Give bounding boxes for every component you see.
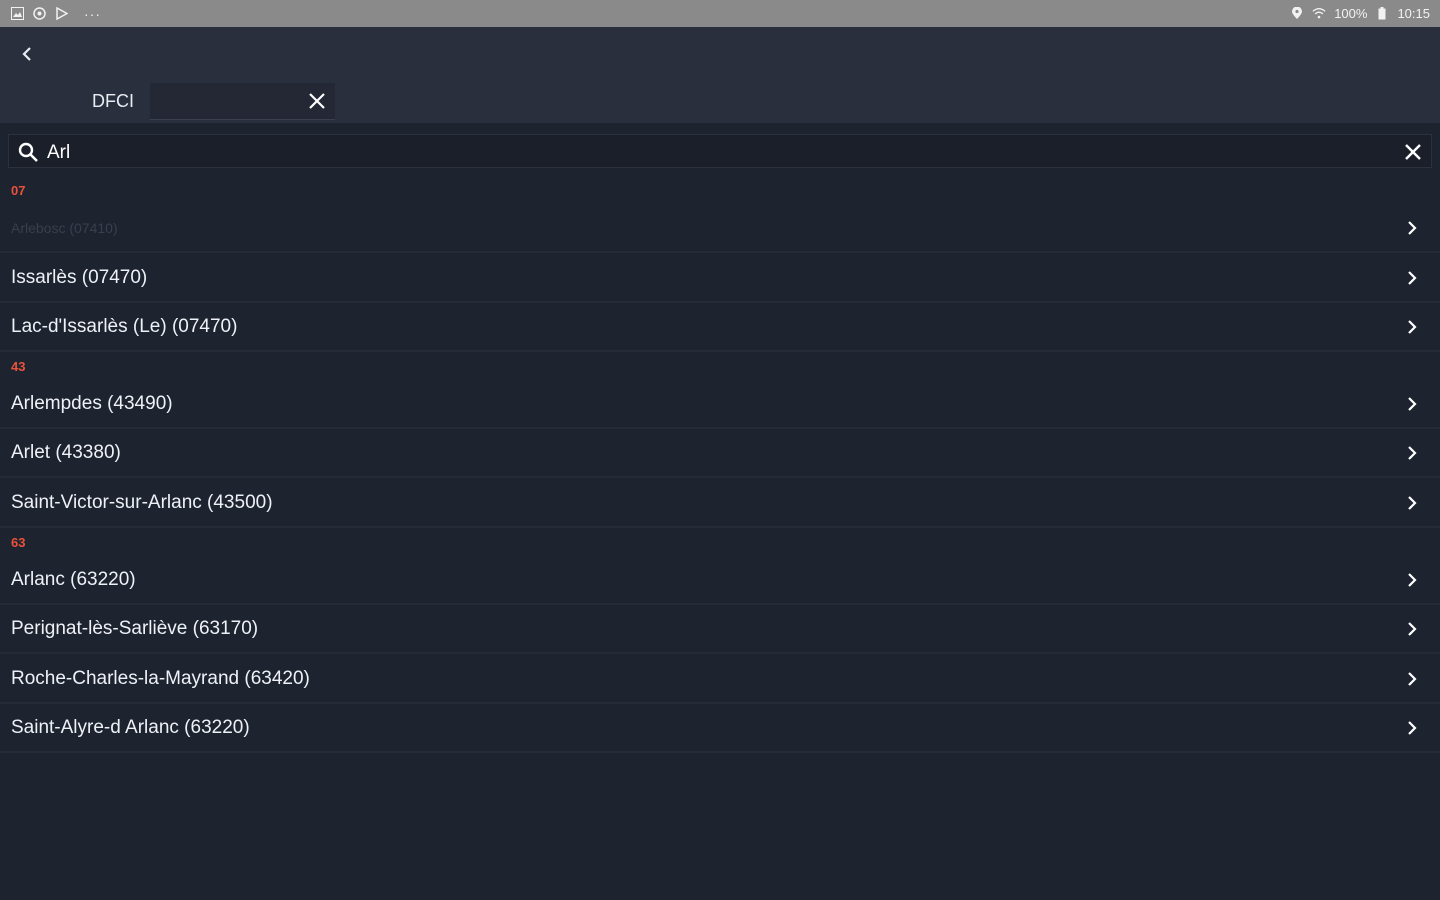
list-item-label: Issarlès (07470)	[11, 267, 148, 288]
chevron-right-icon	[1408, 397, 1417, 411]
list-item[interactable]: Lac-d'Issarlès (Le) (07470)	[0, 304, 1440, 352]
play-store-icon	[54, 7, 68, 21]
section-header-43: 43	[11, 359, 26, 374]
list-item[interactable]: Arlempdes (43490)	[0, 381, 1440, 429]
list-item-label: Arlanc (63220)	[11, 569, 136, 590]
clear-search-icon[interactable]	[1403, 142, 1423, 162]
list-item-label: Arlebosc (07410)	[11, 220, 118, 236]
chevron-right-icon	[1408, 221, 1417, 235]
more-notifications-icon: ···	[84, 5, 101, 22]
list-item-label: Lac-d'Issarlès (Le) (07470)	[11, 316, 238, 337]
status-bar: ··· 100% 10:15	[0, 0, 1440, 27]
list-item[interactable]: Perignat-lès-Sarliève (63170)	[0, 606, 1440, 654]
chevron-right-icon	[1408, 320, 1417, 334]
search-bar	[8, 134, 1432, 168]
list-item-label: Saint-Victor-sur-Arlanc (43500)	[11, 492, 273, 513]
dfci-label: DFCI	[92, 91, 134, 111]
search-input[interactable]	[45, 139, 1349, 167]
list-item[interactable]: Arlanc (63220)	[0, 557, 1440, 605]
list-item[interactable]: Saint-Alyre-d Arlanc (63220)	[0, 705, 1440, 753]
list-item-label: Perignat-lès-Sarliève (63170)	[11, 618, 259, 639]
dfci-input[interactable]	[158, 89, 302, 115]
list-item-label: Arlempdes (43490)	[11, 393, 173, 414]
chevron-right-icon	[1408, 446, 1417, 460]
list-item[interactable]: Arlebosc (07410)	[0, 205, 1440, 253]
list-item-label: Arlet (43380)	[11, 442, 121, 463]
list-item-label: Roche-Charles-la-Mayrand (63420)	[11, 668, 310, 689]
dfci-field[interactable]	[150, 83, 335, 120]
search-icon	[18, 142, 38, 162]
chevron-left-icon	[22, 47, 31, 61]
chevron-right-icon	[1408, 496, 1417, 510]
image-icon	[10, 7, 24, 21]
chevron-right-icon	[1408, 271, 1417, 285]
app-header: DFCI	[0, 27, 1440, 123]
chevron-right-icon	[1408, 672, 1417, 686]
list-item[interactable]: Arlet (43380)	[0, 430, 1440, 478]
notification-icon	[32, 7, 46, 21]
battery-percentage: 100%	[1334, 6, 1368, 21]
wifi-icon	[1312, 7, 1326, 21]
back-button[interactable]	[12, 39, 42, 69]
close-icon[interactable]	[307, 91, 327, 111]
chevron-right-icon	[1408, 721, 1417, 735]
list-item[interactable]: Roche-Charles-la-Mayrand (63420)	[0, 656, 1440, 704]
list-item[interactable]: Saint-Victor-sur-Arlanc (43500)	[0, 480, 1440, 528]
section-header-63: 63	[11, 535, 26, 550]
clock: 10:15	[1397, 6, 1430, 21]
list-item[interactable]: Issarlès (07470)	[0, 255, 1440, 303]
list-item-label: Saint-Alyre-d Arlanc (63220)	[11, 717, 250, 738]
chevron-right-icon	[1408, 622, 1417, 636]
chevron-right-icon	[1408, 573, 1417, 587]
section-header-07: 07	[11, 183, 26, 198]
battery-icon	[1375, 7, 1389, 21]
location-icon	[1290, 7, 1304, 21]
